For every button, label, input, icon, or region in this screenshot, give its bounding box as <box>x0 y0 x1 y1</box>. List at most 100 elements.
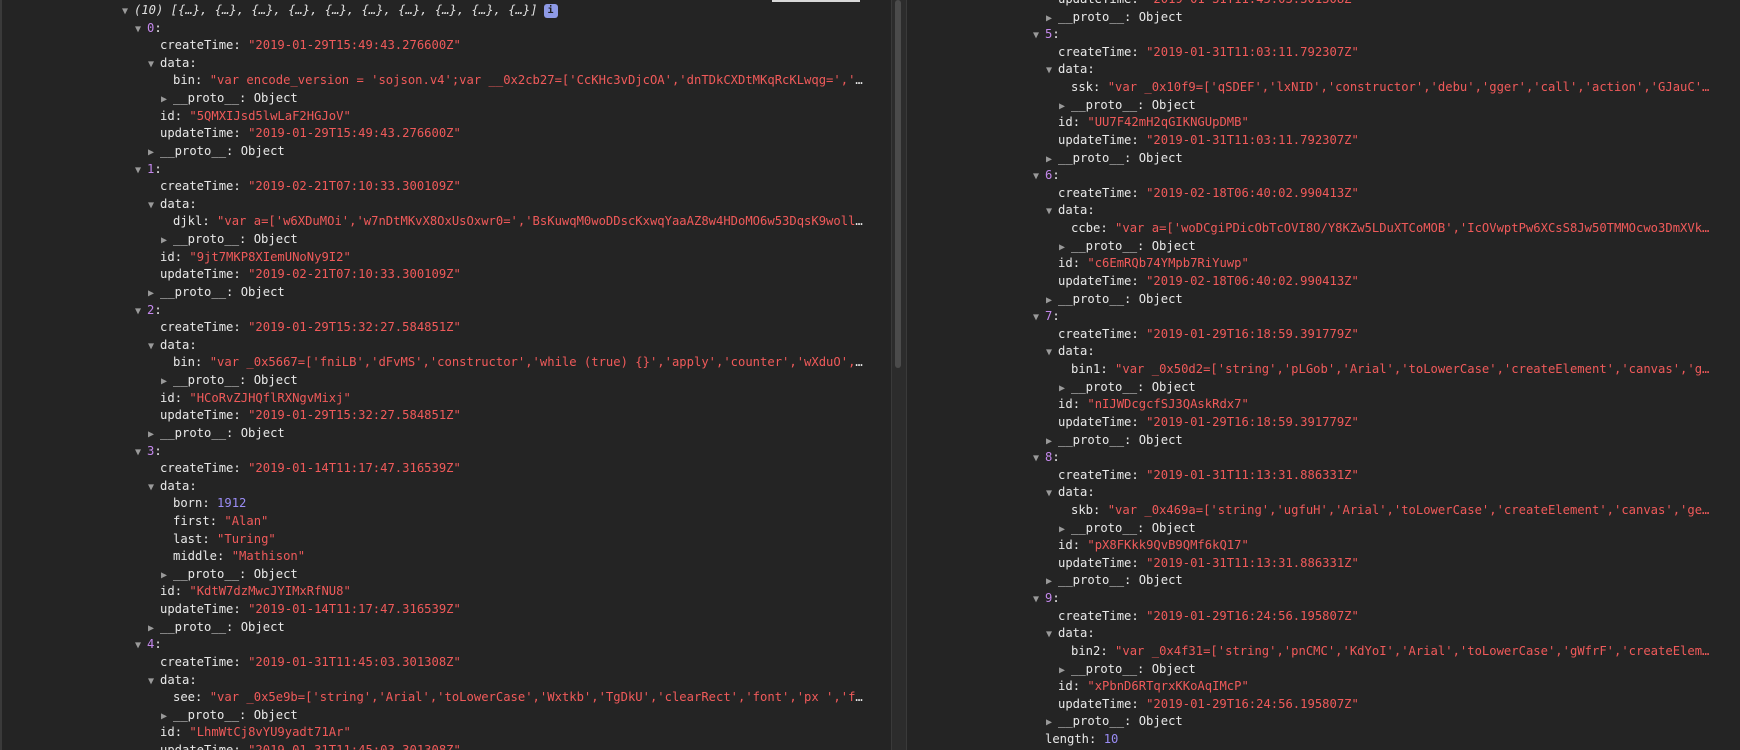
expanded-triangle-icon[interactable]: ▼ <box>135 637 147 654</box>
tree-node[interactable]: ▶ __proto__: Object <box>1046 572 1183 589</box>
tree-node[interactable]: ▼ data: <box>148 672 197 689</box>
token-str: "2019-02-18T06:40:02.990413Z" <box>1146 273 1359 288</box>
tree-node[interactable]: ▶ __proto__: Object <box>1059 238 1196 255</box>
tree-node[interactable]: ▼ data: <box>1046 625 1095 642</box>
expanded-triangle-icon[interactable]: ▼ <box>1033 309 1045 326</box>
collapsed-triangle-icon[interactable]: ▶ <box>161 708 173 725</box>
expanded-triangle-icon[interactable]: ▼ <box>1046 626 1058 643</box>
tree-node[interactable]: ▶ __proto__: Object <box>148 143 285 160</box>
tree-node[interactable]: ▶ __proto__: Object <box>161 707 298 724</box>
tree-node[interactable]: ▼ data: <box>1046 343 1095 360</box>
console-pane-left[interactable]: ▼ (10) [{…}, {…}, {…}, {…}, {…}, {…}, {…}… <box>0 0 891 750</box>
tree-node[interactable]: ▶ __proto__: Object <box>1059 379 1196 396</box>
tree-node[interactable]: ▶ __proto__: Object <box>1059 520 1196 537</box>
expanded-triangle-icon[interactable]: ▼ <box>148 197 160 214</box>
tree-node[interactable]: ▼ data: <box>148 55 197 72</box>
scrollbar-thumb[interactable] <box>895 0 901 368</box>
tree-node[interactable]: ▶ __proto__: Object <box>148 619 285 636</box>
token-str: "Turing" <box>217 531 276 546</box>
collapsed-triangle-icon[interactable]: ▶ <box>161 91 173 108</box>
tree-node[interactable]: ▶ __proto__: Object <box>1046 291 1183 308</box>
expanded-triangle-icon[interactable]: ▼ <box>148 56 160 73</box>
token-key: data <box>1058 62 1088 77</box>
tree-node[interactable]: ▼ data: <box>148 478 197 495</box>
tree-node[interactable]: ▼ 7: <box>1033 308 1060 325</box>
collapsed-triangle-icon[interactable]: ▶ <box>148 426 160 443</box>
tree-node[interactable]: ▶ __proto__: Object <box>1046 150 1183 167</box>
token-plain: : Object <box>239 566 298 581</box>
tree-node[interactable]: ▼ 5: <box>1033 26 1060 43</box>
tree-node[interactable]: ▶ __proto__: Object <box>1046 432 1183 449</box>
tree-node[interactable]: ▼ (10) [{…}, {…}, {…}, {…}, {…}, {…}, {…}… <box>122 2 558 19</box>
collapsed-triangle-icon[interactable]: ▶ <box>1046 714 1058 731</box>
tree-node[interactable]: ▼ data: <box>1046 202 1095 219</box>
tree-node[interactable]: ▼ 9: <box>1033 590 1060 607</box>
expanded-triangle-icon[interactable]: ▼ <box>1033 591 1045 608</box>
token-key: : <box>154 637 162 652</box>
collapsed-triangle-icon[interactable]: ▶ <box>1046 292 1058 309</box>
tree-node[interactable]: ▶ __proto__: Object <box>1059 97 1196 114</box>
collapsed-triangle-icon[interactable]: ▶ <box>1046 10 1058 27</box>
tree-node[interactable]: ▶ __proto__: Object <box>161 372 298 389</box>
tree-node[interactable]: ▶ __proto__: Object <box>1046 713 1183 730</box>
tree-node[interactable]: ▼ 8: <box>1033 449 1060 466</box>
expanded-triangle-icon[interactable]: ▼ <box>1046 203 1058 220</box>
token-key: bin <box>173 355 196 370</box>
tree-node[interactable]: ▶ __proto__: Object <box>1046 9 1183 26</box>
tree-node[interactable]: ▼ data: <box>1046 484 1095 501</box>
collapsed-triangle-icon[interactable]: ▶ <box>1059 521 1071 538</box>
tree-node[interactable]: ▼ 1: <box>135 161 162 178</box>
expanded-triangle-icon[interactable]: ▼ <box>135 303 147 320</box>
collapsed-triangle-icon[interactable]: ▶ <box>1046 573 1058 590</box>
tree-node[interactable]: ▼ 2: <box>135 302 162 319</box>
collapsed-triangle-icon[interactable]: ▶ <box>148 144 160 161</box>
collapsed-triangle-icon[interactable]: ▶ <box>1059 380 1071 397</box>
expanded-triangle-icon[interactable]: ▼ <box>1033 27 1045 44</box>
expanded-triangle-icon[interactable]: ▼ <box>1046 344 1058 361</box>
collapsed-triangle-icon[interactable]: ▶ <box>148 285 160 302</box>
tree-node[interactable]: ▶ __proto__: Object <box>148 425 285 442</box>
token-plain: : <box>209 513 225 528</box>
expanded-triangle-icon[interactable]: ▼ <box>1033 450 1045 467</box>
collapsed-triangle-icon[interactable]: ▶ <box>161 232 173 249</box>
collapsed-triangle-icon[interactable]: ▶ <box>1059 98 1071 115</box>
expanded-triangle-icon[interactable]: ▼ <box>122 3 134 20</box>
collapsed-triangle-icon[interactable]: ▶ <box>1046 151 1058 168</box>
expanded-triangle-icon[interactable]: ▼ <box>1033 168 1045 185</box>
token-plain: : <box>189 478 197 493</box>
tree-node[interactable]: ▼ 6: <box>1033 167 1060 184</box>
property-row: updateTime: "2019-01-29T15:49:43.276600Z… <box>148 125 461 142</box>
tree-node[interactable]: ▼ 0: <box>135 20 162 37</box>
expanded-triangle-icon[interactable]: ▼ <box>148 338 160 355</box>
tree-node[interactable]: ▶ __proto__: Object <box>148 284 285 301</box>
collapsed-triangle-icon[interactable]: ▶ <box>161 567 173 584</box>
console-pane-right[interactable]: updateTime: "2019-01-31T11:45:03.301308Z… <box>907 0 1740 750</box>
info-icon[interactable]: i <box>543 3 558 18</box>
tree-node[interactable]: ▼ data: <box>148 196 197 213</box>
expanded-triangle-icon[interactable]: ▼ <box>135 21 147 38</box>
tree-node[interactable]: ▼ 4: <box>135 636 162 653</box>
expanded-triangle-icon[interactable]: ▼ <box>148 479 160 496</box>
tree-node[interactable]: ▼ data: <box>148 337 197 354</box>
tree-node[interactable]: ▶ __proto__: Object <box>161 231 298 248</box>
collapsed-triangle-icon[interactable]: ▶ <box>1059 239 1071 256</box>
token-str: "UU7F42mH2qGIKNGUpDMB" <box>1087 115 1249 130</box>
token-str: "xPbnD6RTqrxKKoAqIMcP" <box>1087 679 1249 694</box>
expanded-triangle-icon[interactable]: ▼ <box>148 673 160 690</box>
expanded-triangle-icon[interactable]: ▼ <box>1046 62 1058 79</box>
tree-node[interactable]: ▼ data: <box>1046 61 1095 78</box>
expanded-triangle-icon[interactable]: ▼ <box>135 444 147 461</box>
tree-node[interactable]: ▶ __proto__: Object <box>161 566 298 583</box>
token-plain: : Object <box>1137 520 1196 535</box>
collapsed-triangle-icon[interactable]: ▶ <box>161 373 173 390</box>
tree-node[interactable]: ▼ 3: <box>135 443 162 460</box>
token-key: __proto__ <box>1071 379 1138 394</box>
token-key: __proto__ <box>1071 238 1138 253</box>
tree-node[interactable]: ▶ __proto__: Object <box>1059 661 1196 678</box>
collapsed-triangle-icon[interactable]: ▶ <box>1046 433 1058 450</box>
collapsed-triangle-icon[interactable]: ▶ <box>148 620 160 637</box>
tree-node[interactable]: ▶ __proto__: Object <box>161 90 298 107</box>
expanded-triangle-icon[interactable]: ▼ <box>135 162 147 179</box>
expanded-triangle-icon[interactable]: ▼ <box>1046 485 1058 502</box>
collapsed-triangle-icon[interactable]: ▶ <box>1059 662 1071 679</box>
